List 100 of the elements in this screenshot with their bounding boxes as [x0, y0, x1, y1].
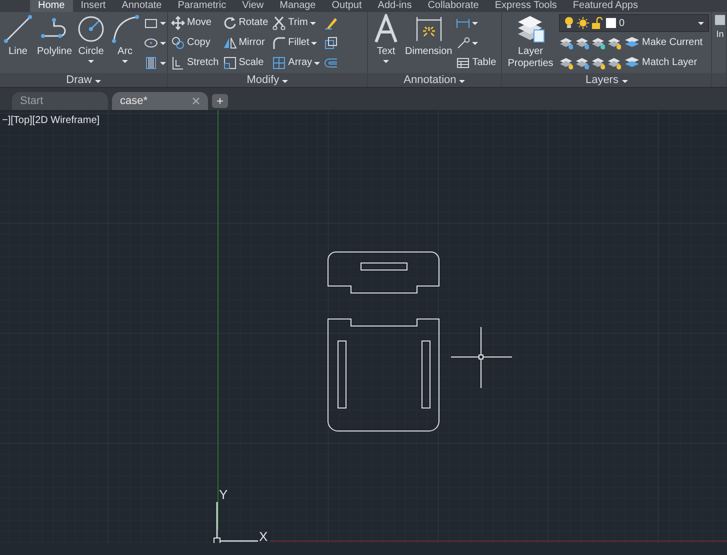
tool-button[interactable]: Stretch	[170, 54, 220, 72]
layer-dropdown[interactable]: 0	[559, 14, 709, 32]
viewport-label[interactable]: −][Top][2D Wireframe]	[2, 113, 100, 128]
circle-tool-icon	[76, 14, 106, 44]
layer-state-icon	[559, 36, 573, 50]
file-tab[interactable]: case*	[112, 92, 208, 110]
caret-icon	[472, 42, 478, 44]
ribbon-tab[interactable]: Manage	[272, 0, 324, 12]
offset-lines-icon	[324, 56, 338, 70]
layer-state-icon	[559, 56, 573, 70]
ribbon-tab[interactable]: View	[234, 0, 272, 12]
close-icon	[192, 97, 200, 105]
caret-icon	[698, 22, 704, 24]
ribbon-tab[interactable]: Express Tools	[486, 0, 565, 12]
caret-icon	[160, 62, 166, 64]
tool-button[interactable]: Array	[271, 54, 322, 72]
linear-dimension-icon	[456, 16, 470, 30]
caret-icon	[94, 80, 101, 83]
new-tab-button[interactable]: +	[212, 94, 228, 108]
ribbon-tab[interactable]: Insert	[72, 0, 114, 12]
scissors-icon	[272, 16, 286, 30]
file-tab[interactable]: Start	[12, 92, 108, 110]
caret-icon	[311, 42, 318, 44]
panel-title[interactable]: Modify	[168, 73, 367, 87]
layer-state-icon	[591, 56, 605, 70]
tool-button[interactable]: Dimension	[404, 14, 454, 58]
ribbon-tab[interactable]: Annotate	[114, 0, 170, 12]
layer-state-icon	[591, 36, 605, 50]
caret-icon	[122, 60, 128, 63]
rectangle-icon	[144, 16, 158, 30]
tool-button[interactable]: Make Current	[623, 34, 704, 52]
rotate-arrow-icon	[222, 16, 237, 30]
layer-brush-icon	[624, 56, 640, 70]
tool-button[interactable]: Polyline	[36, 14, 74, 58]
caret-icon	[459, 80, 466, 83]
tool-button[interactable]: Line	[2, 14, 34, 58]
lightbulb-icon	[564, 16, 574, 30]
sun-icon	[577, 17, 589, 29]
arc-tool-icon	[110, 14, 140, 44]
icon-tool-button[interactable]	[143, 54, 167, 72]
caret-icon	[314, 62, 320, 64]
tool-button[interactable]: Mirror	[222, 34, 270, 52]
copy-circles-icon	[171, 36, 185, 50]
tool-button[interactable]: Table	[455, 54, 498, 72]
table-icon	[456, 56, 470, 70]
leader-icon	[456, 36, 470, 50]
caret-icon	[282, 80, 288, 83]
tool-button[interactable]: Copy	[170, 34, 220, 52]
tool-button[interactable]: Match Layer	[623, 54, 698, 72]
line-tool-icon	[3, 14, 33, 44]
panel-title[interactable]: Layers	[502, 73, 711, 87]
ribbon-tab[interactable]: Home	[30, 0, 73, 12]
mirror-triangle-icon	[222, 36, 237, 50]
layer-state-icon	[575, 36, 589, 50]
padlock-icon	[592, 17, 603, 29]
ribbon-tab[interactable]: Parametric	[170, 0, 234, 12]
tool-button[interactable]: Fillet	[271, 34, 322, 52]
x-axis-label: X	[259, 529, 268, 543]
grid-array-icon	[272, 56, 286, 70]
caret-icon	[622, 80, 628, 83]
tool-button[interactable]: Scale	[222, 54, 270, 72]
caret-icon	[472, 22, 478, 24]
slot-outline	[360, 262, 408, 270]
ribbon-tab[interactable]: Collaborate	[420, 0, 487, 12]
ribbon-tab[interactable]: Add-ins	[370, 0, 420, 12]
tool-button[interactable]: Text	[370, 14, 402, 63]
stretch-icon	[171, 56, 185, 70]
ucs-axes-icon	[214, 501, 259, 543]
dimension-icon	[414, 14, 444, 44]
panel-title[interactable]: Annotation	[368, 73, 501, 87]
scale-squares-icon	[222, 56, 237, 70]
layer-name: 0	[619, 16, 626, 30]
crosshair-cursor	[450, 326, 512, 388]
color-swatch-icon	[606, 18, 616, 28]
tool-button[interactable]: Move	[170, 14, 220, 32]
ribbon-tab[interactable]: Output	[324, 0, 370, 12]
tool-button[interactable]: Rotate	[222, 14, 270, 32]
hatch-icon	[144, 56, 158, 70]
layer-state-icon	[607, 56, 621, 70]
slot-outline	[422, 340, 430, 408]
slot-outline	[338, 340, 346, 408]
ribbon-tab[interactable]: Featured Apps	[564, 0, 646, 12]
layer-stack-icon	[624, 36, 640, 50]
ellipse-icon	[144, 36, 158, 50]
y-axis-label: Y	[219, 487, 228, 502]
caret-icon	[383, 60, 389, 63]
fillet-corner-icon	[272, 36, 286, 50]
layer-state-icon	[607, 36, 621, 50]
tool-button[interactable]: Layer Properties	[504, 14, 557, 70]
four-arrow-icon	[171, 16, 185, 30]
caret-icon	[310, 22, 316, 24]
icon-tool-button[interactable]	[323, 34, 340, 52]
caret-icon	[160, 42, 166, 44]
tool-button[interactable]: Trim	[271, 14, 322, 32]
tool-button[interactable]: Circle	[75, 14, 108, 63]
caret-icon	[160, 22, 166, 24]
panel-title[interactable]: Draw	[0, 73, 167, 87]
eraser-icon	[324, 16, 338, 30]
tool-button[interactable]: In	[714, 14, 726, 40]
tool-button[interactable]: Arc	[109, 14, 142, 63]
